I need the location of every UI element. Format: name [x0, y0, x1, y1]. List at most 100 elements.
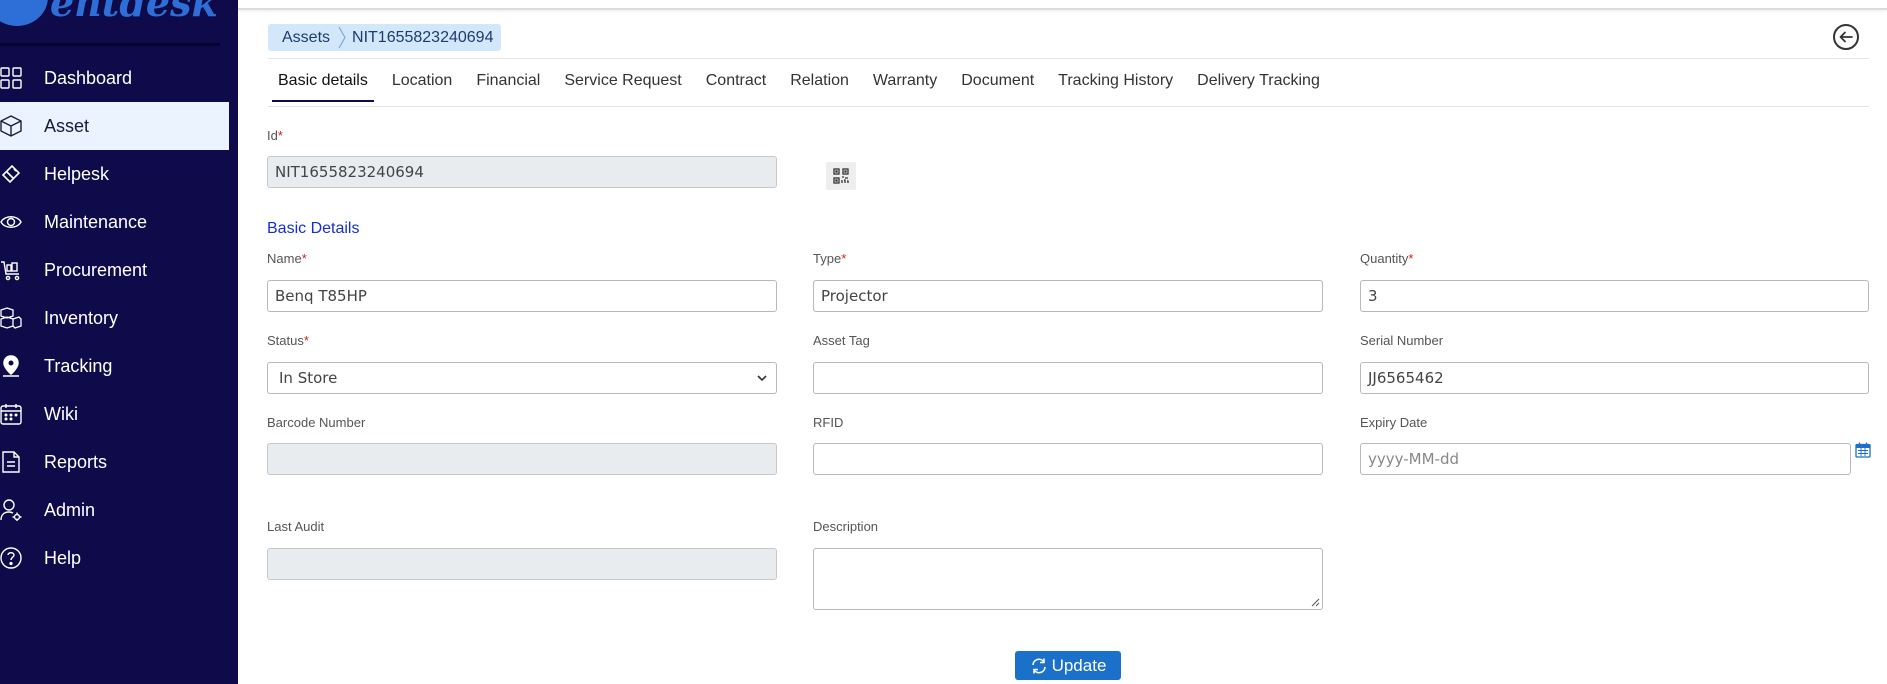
- tab-service-request[interactable]: Service Request: [564, 72, 681, 102]
- app-logo[interactable]: entdesk: [0, 0, 220, 46]
- document-icon: [2, 451, 20, 473]
- sidebar-item-label: Inventory: [44, 307, 119, 328]
- sidebar-item-label: Dashboard: [44, 67, 133, 88]
- required-mark: *: [841, 251, 847, 266]
- serial-number-input[interactable]: JJ6565462: [1360, 362, 1869, 394]
- sidebar-item-procurement[interactable]: Procurement: [0, 246, 238, 294]
- sidebar-item-asset[interactable]: Asset: [0, 102, 229, 150]
- quantity-input[interactable]: 3: [1360, 280, 1869, 312]
- expiry-date-placeholder: yyyy-MM-dd: [1368, 450, 1459, 468]
- calendar-icon: [0, 404, 22, 425]
- sidebar-item-tracking[interactable]: Tracking: [0, 342, 238, 390]
- tab-financial[interactable]: Financial: [476, 72, 540, 102]
- status-label-text: Status: [267, 333, 304, 348]
- top-bar: [238, 0, 1887, 10]
- required-mark: *: [303, 333, 309, 348]
- sidebar-item-label: Helpesk: [44, 163, 110, 184]
- question-icon: [0, 547, 22, 569]
- logo-mark: [0, 0, 48, 26]
- tab-basic-details[interactable]: Basic details: [272, 72, 374, 102]
- sidebar-item-reports[interactable]: Reports: [0, 438, 238, 486]
- cart-icon: [1, 261, 20, 281]
- tab-bar: Basic details Location Financial Service…: [272, 72, 1344, 102]
- sidebar-item-label: Admin: [44, 499, 96, 520]
- status-select[interactable]: In Store: [267, 362, 777, 394]
- tab-tracking-history[interactable]: Tracking History: [1058, 72, 1173, 102]
- type-label-text: Type: [813, 251, 842, 266]
- section-title-basic-details: Basic Details: [267, 220, 360, 237]
- id-field: NIT1655823240694: [267, 156, 777, 188]
- breadcrumb-assets-link[interactable]: Assets: [268, 24, 338, 51]
- eye-icon: [0, 216, 22, 228]
- tab-location[interactable]: Location: [392, 72, 453, 102]
- serial-number-input-value: JJ6565462: [1368, 369, 1444, 387]
- sidebar-item-maintenance[interactable]: Maintenance: [0, 198, 238, 246]
- id-field-value: NIT1655823240694: [275, 163, 424, 181]
- calendar-picker-icon[interactable]: [1855, 442, 1871, 458]
- sidebar-item-label: Procurement: [44, 259, 148, 280]
- sidebar: entdesk Dashboard Asset Helpesk Maintena…: [0, 0, 238, 684]
- status-label: Status*: [267, 333, 309, 348]
- last-audit-field: [267, 548, 777, 580]
- quantity-label-text: Quantity: [1360, 251, 1409, 266]
- sidebar-item-inventory[interactable]: Inventory: [0, 294, 238, 342]
- status-select-value: In Store: [279, 369, 338, 387]
- sidebar-item-label: Reports: [44, 451, 108, 472]
- tab-document[interactable]: Document: [961, 72, 1034, 102]
- rfid-label: RFID: [813, 415, 844, 430]
- name-input[interactable]: Benq T85HP: [267, 280, 777, 312]
- expiry-date-label: Expiry Date: [1360, 415, 1428, 430]
- back-button[interactable]: [1833, 24, 1859, 50]
- refresh-icon: [1031, 658, 1046, 673]
- qr-code-button[interactable]: [826, 162, 856, 190]
- description-textarea[interactable]: [813, 548, 1323, 610]
- sidebar-item-label: Help: [44, 547, 82, 568]
- sidebar-item-label: Maintenance: [44, 211, 148, 232]
- type-label: Type*: [813, 251, 846, 266]
- update-button[interactable]: Update: [1015, 651, 1121, 680]
- location-pin-icon: [3, 355, 19, 377]
- user-gear-icon: [0, 499, 22, 521]
- sidebar-nav: Dashboard Asset Helpesk Maintenance Proc…: [0, 54, 238, 582]
- breadcrumb-current: NIT1655823240694: [352, 28, 494, 46]
- breadcrumb: Assets NIT1655823240694: [268, 24, 502, 51]
- grid-icon: [0, 67, 22, 89]
- expiry-date-input[interactable]: yyyy-MM-dd: [1360, 443, 1851, 475]
- id-label-text: Id: [267, 128, 278, 143]
- name-input-value: Benq T85HP: [275, 287, 367, 305]
- type-input[interactable]: Projector: [813, 280, 1323, 312]
- required-mark: *: [1408, 251, 1414, 266]
- tab-delivery-tracking[interactable]: Delivery Tracking: [1197, 72, 1320, 102]
- sidebar-item-admin[interactable]: Admin: [0, 486, 238, 534]
- arrow-left-icon: [1839, 31, 1853, 43]
- sidebar-item-label: Wiki: [44, 403, 78, 424]
- sidebar-item-dashboard[interactable]: Dashboard: [0, 54, 238, 102]
- name-label: Name*: [267, 251, 307, 266]
- sidebar-item-helpesk[interactable]: Helpesk: [0, 150, 238, 198]
- quantity-label: Quantity*: [1360, 251, 1413, 266]
- chevron-right-icon: [338, 26, 346, 49]
- quantity-input-value: 3: [1368, 287, 1378, 305]
- cube-icon: [0, 115, 22, 137]
- tab-relation[interactable]: Relation: [790, 72, 849, 102]
- required-mark: *: [301, 251, 307, 266]
- type-input-value: Projector: [821, 287, 888, 305]
- barcode-label: Barcode Number: [267, 415, 366, 430]
- boxes-icon: [0, 307, 22, 329]
- asset-tag-label: Asset Tag: [813, 333, 870, 348]
- required-mark: *: [277, 128, 283, 143]
- tab-contract[interactable]: Contract: [706, 72, 766, 102]
- asset-tag-input[interactable]: [813, 362, 1323, 394]
- sidebar-item-label: Tracking: [44, 355, 113, 376]
- sidebar-item-wiki[interactable]: Wiki: [0, 390, 238, 438]
- sidebar-item-help[interactable]: Help: [0, 534, 238, 582]
- qr-code-icon: [833, 168, 849, 184]
- logo-text: entdesk: [50, 0, 218, 25]
- divider: [268, 58, 1869, 59]
- rfid-input[interactable]: [813, 443, 1323, 475]
- chevron-down-icon: [757, 375, 767, 382]
- serial-number-label: Serial Number: [1360, 333, 1444, 348]
- sidebar-item-label: Asset: [44, 115, 90, 136]
- resize-grip-icon[interactable]: [1310, 597, 1320, 607]
- tab-warranty[interactable]: Warranty: [873, 72, 937, 102]
